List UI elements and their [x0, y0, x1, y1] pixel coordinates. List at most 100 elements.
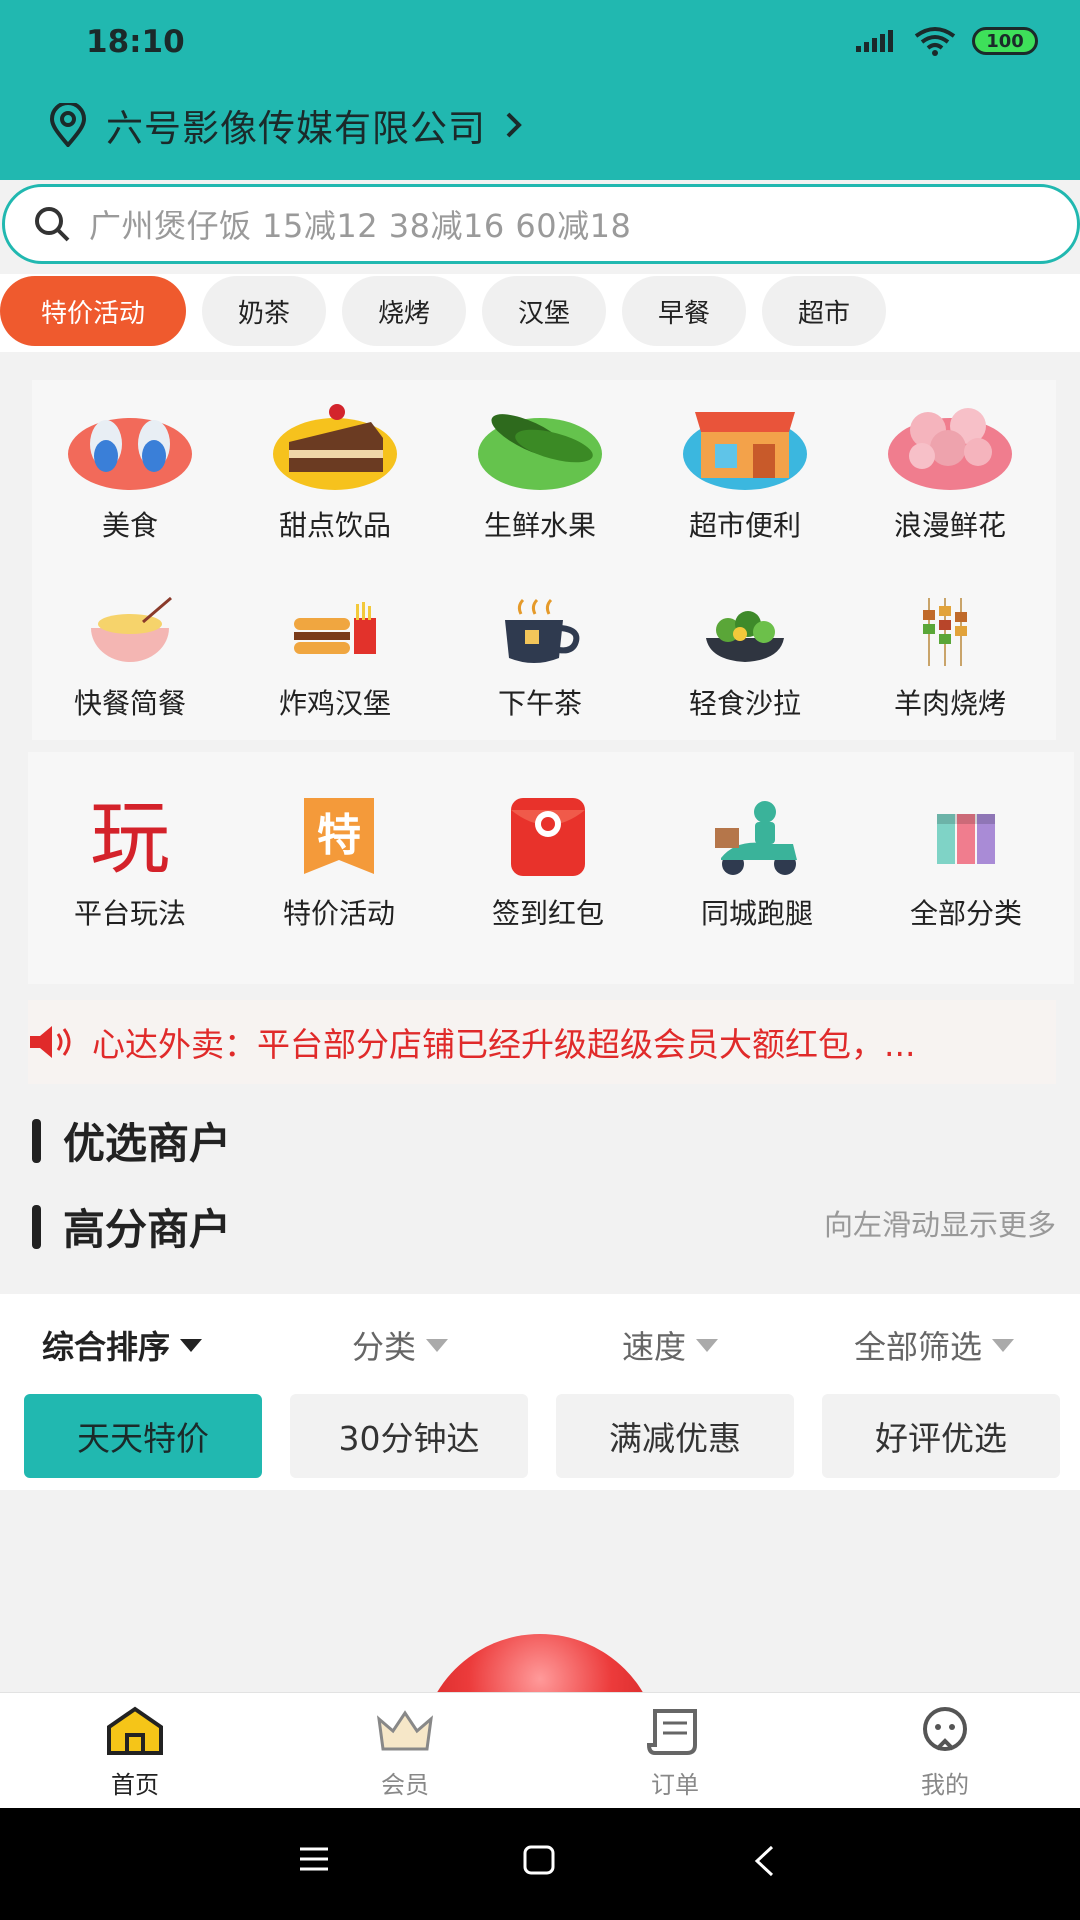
- category-item[interactable]: 炸鸡汉堡: [235, 594, 435, 722]
- all-filters-dropdown[interactable]: 全部筛选: [854, 1322, 1015, 1368]
- filter-pill[interactable]: 30分钟达: [290, 1394, 528, 1478]
- signal-icon: [856, 30, 893, 52]
- category-label: 甜点饮品: [278, 509, 391, 542]
- category-item[interactable]: 快餐简餐: [30, 594, 230, 722]
- category-item[interactable]: 超市便利: [645, 392, 845, 544]
- home-button-icon[interactable]: [522, 1844, 556, 1876]
- receipt-icon: [646, 1709, 697, 1755]
- crown-icon: [376, 1710, 434, 1751]
- location-selector[interactable]: 六号影像传媒有限公司: [48, 98, 524, 152]
- notice-bar[interactable]: 心达外卖：平台部分店铺已经升级超级会员大额红包，...: [28, 1000, 1056, 1084]
- category-item[interactable]: 轻食沙拉: [645, 594, 845, 722]
- tab-label: 首页: [111, 1771, 159, 1799]
- feature-item[interactable]: 全部分类: [866, 794, 1066, 932]
- tag-chip[interactable]: 汉堡: [482, 276, 606, 346]
- tag-chip[interactable]: 特价活动: [0, 276, 186, 346]
- header: 18:10 100 六号影像传媒有限公司: [0, 0, 1080, 180]
- filter-pill[interactable]: 好评优选: [822, 1394, 1060, 1478]
- category-label: 生鲜水果: [483, 509, 596, 542]
- cucumber-icon: [478, 414, 602, 490]
- search-icon: [35, 207, 70, 242]
- search-bar[interactable]: 广州煲仔饭 15减12 38减16 60减18: [2, 184, 1080, 264]
- sort-dropdown[interactable]: 综合排序: [42, 1322, 203, 1368]
- utensils-icon: [68, 418, 192, 490]
- tag-chip[interactable]: 奶茶: [202, 276, 326, 346]
- sort-label: 速度: [622, 1328, 687, 1366]
- tab-orders[interactable]: 订单: [605, 1705, 745, 1800]
- skewer-icon: [923, 598, 967, 666]
- category-label: 超市便利: [688, 509, 801, 542]
- red-packet-icon: [511, 798, 585, 876]
- tag-chip[interactable]: 超市: [762, 276, 886, 346]
- preferred-merchants-heading: 优选商户: [32, 1110, 231, 1171]
- speed-dropdown[interactable]: 速度: [622, 1322, 719, 1368]
- top-rated-merchants-heading: 高分商户: [32, 1196, 231, 1257]
- bottom-tab-bar: 首页 会员 订单 我的: [0, 1692, 1080, 1808]
- category-item[interactable]: 下午茶: [440, 594, 640, 722]
- chevron-right-icon: [506, 112, 522, 138]
- sort-label: 综合排序: [42, 1328, 171, 1366]
- category-item[interactable]: 生鲜水果: [440, 392, 640, 544]
- category-label: 炸鸡汉堡: [278, 687, 391, 720]
- feature-label: 同城跑腿: [700, 897, 813, 930]
- tag-chip[interactable]: 烧烤: [342, 276, 466, 346]
- filter-area: 综合排序 分类 速度 全部筛选 天天特价 30分钟达 满减优惠 好评优选: [0, 1294, 1080, 1490]
- tag-chips: 特价活动 奶茶 烧烤 汉堡 早餐 超市: [0, 274, 1080, 352]
- category-label: 下午茶: [497, 687, 582, 720]
- notice-text: 心达外卖：平台部分店铺已经升级超级会员大额红包，...: [92, 1025, 916, 1064]
- caret-down-icon: [992, 1338, 1015, 1352]
- status-icons: 100: [856, 26, 1038, 56]
- home-icon: [107, 1706, 163, 1755]
- menu-icon[interactable]: [298, 1844, 330, 1874]
- special-offer-icon: 特: [304, 798, 374, 874]
- tab-label: 会员: [381, 1771, 429, 1799]
- category-dropdown[interactable]: 分类: [352, 1322, 449, 1368]
- burger-icon: [294, 602, 376, 654]
- caret-down-icon: [696, 1338, 719, 1352]
- section-marker: [32, 1204, 41, 1249]
- category-item[interactable]: 甜点饮品: [235, 392, 435, 544]
- feature-grid: 玩 平台玩法 特 特价活动 签到红包 同城跑腿 全部分类: [28, 752, 1074, 984]
- feature-item[interactable]: 特 特价活动: [239, 794, 439, 932]
- tab-label: 我的: [921, 1771, 969, 1799]
- back-icon[interactable]: [752, 1844, 776, 1878]
- teacup-icon: [505, 598, 580, 663]
- caret-down-icon: [180, 1338, 203, 1352]
- category-label: 浪漫鲜花: [893, 509, 1006, 542]
- cake-icon: [273, 404, 397, 490]
- location-pin-icon: [49, 103, 87, 147]
- feature-item[interactable]: 玩 平台玩法: [30, 794, 230, 932]
- tab-label: 订单: [651, 1771, 699, 1799]
- sort-label: 全部筛选: [854, 1328, 983, 1366]
- category-item[interactable]: 浪漫鲜花: [850, 392, 1050, 544]
- feature-item[interactable]: 签到红包: [448, 794, 648, 932]
- filter-pill[interactable]: 满减优惠: [556, 1394, 794, 1478]
- wifi-icon: [914, 27, 956, 56]
- noodle-bowl-icon: [91, 596, 172, 662]
- status-time: 18:10: [86, 24, 185, 60]
- profile-icon: [923, 1707, 967, 1751]
- feature-label: 特价活动: [282, 897, 395, 930]
- feature-label: 签到红包: [491, 897, 604, 930]
- tab-home[interactable]: 首页: [65, 1705, 205, 1800]
- courier-scooter-icon: [715, 801, 797, 875]
- filter-pill[interactable]: 天天特价: [24, 1394, 262, 1478]
- feature-label: 平台玩法: [73, 897, 186, 930]
- tab-profile[interactable]: 我的: [875, 1705, 1015, 1800]
- scroll-hint: 向左滑动显示更多: [823, 1208, 1056, 1242]
- sort-label: 分类: [352, 1328, 417, 1366]
- tab-member[interactable]: 会员: [335, 1705, 475, 1800]
- store-icon: [683, 412, 807, 490]
- play-glyph: 玩: [90, 794, 170, 880]
- location-name: 六号影像传媒有限公司: [106, 107, 486, 150]
- category-item[interactable]: 美食: [30, 392, 230, 544]
- section-marker: [32, 1118, 41, 1163]
- all-categories-icon: [937, 814, 995, 864]
- feature-item[interactable]: 同城跑腿: [657, 794, 857, 932]
- category-label: 羊肉烧烤: [893, 687, 1006, 720]
- salad-icon: [706, 611, 784, 662]
- tag-chip[interactable]: 早餐: [622, 276, 746, 346]
- category-item[interactable]: 羊肉烧烤: [850, 594, 1050, 722]
- feature-label: 全部分类: [909, 897, 1022, 930]
- system-navigation-bar: [0, 1808, 1080, 1920]
